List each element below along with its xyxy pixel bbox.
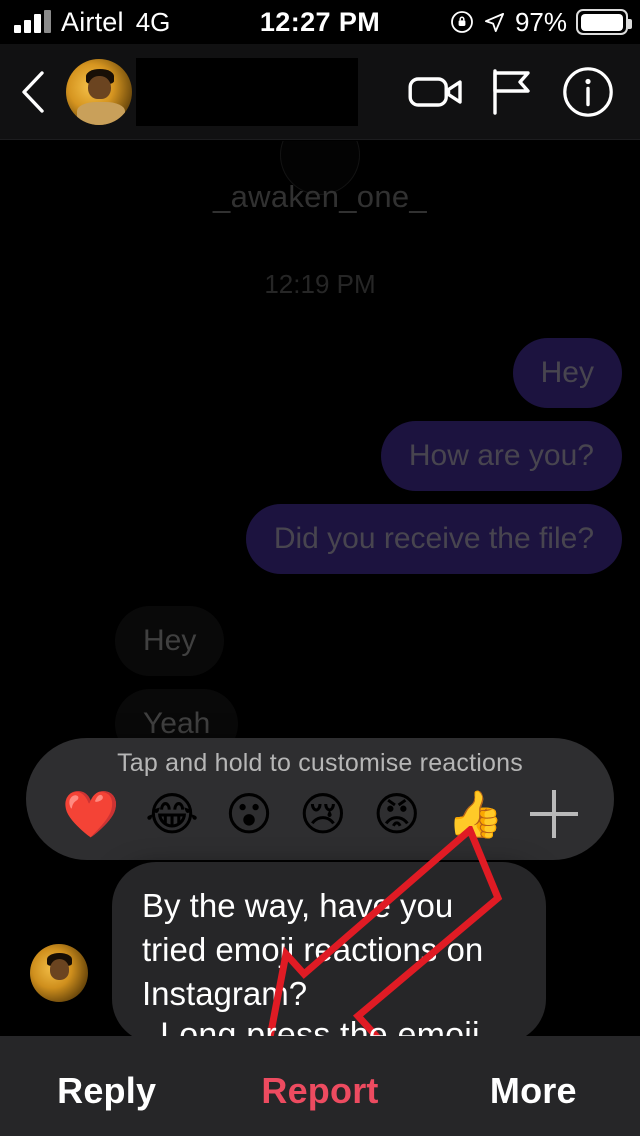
sender-avatar[interactable]: [30, 944, 88, 1002]
contact-name-redacted[interactable]: [136, 57, 358, 126]
back-chevron-icon: [22, 70, 44, 113]
message-bubble-outgoing[interactable]: Did you receive the file?: [245, 504, 622, 575]
avatar[interactable]: [66, 58, 132, 125]
back-button[interactable]: [0, 44, 66, 140]
orientation-lock-icon: [451, 11, 473, 33]
more-button[interactable]: More: [427, 1060, 640, 1112]
flag-icon[interactable]: [490, 68, 536, 116]
battery-percent-label: 97%: [514, 6, 567, 37]
reaction-picker[interactable]: Tap and hold to customise reactions ❤️ 😂…: [26, 738, 614, 860]
thread-timestamp: 12:19 PM: [264, 269, 376, 299]
reaction-picker-hint: Tap and hold to customise reactions: [117, 749, 523, 777]
reply-button[interactable]: Reply: [0, 1060, 213, 1112]
info-circle-icon[interactable]: [562, 66, 614, 118]
chat-header: [0, 44, 640, 140]
battery-icon: [576, 9, 632, 35]
surprised-reaction-icon[interactable]: 😮: [225, 791, 273, 837]
report-button[interactable]: Report: [213, 1060, 426, 1112]
video-camera-icon[interactable]: [408, 72, 464, 112]
instagram-dm-screen: Airtel 4G 12:27 PM 97% _awaken_one_ 12:1…: [0, 0, 640, 1136]
angry-reaction-icon[interactable]: 😡: [373, 791, 421, 837]
thumbs-up-reaction-icon[interactable]: 👍: [447, 791, 504, 837]
laughing-reaction-icon[interactable]: 😂: [145, 791, 199, 837]
message-bubble-incoming[interactable]: Hey: [115, 606, 225, 677]
location-arrow-icon: [484, 12, 504, 32]
message-bubble-outgoing[interactable]: How are you?: [380, 421, 622, 492]
status-bar: Airtel 4G 12:27 PM 97%: [0, 0, 640, 44]
status-bar-right: 97%: [450, 0, 632, 44]
add-reaction-plus-icon[interactable]: [529, 790, 578, 838]
reaction-emoji-list: ❤️ 😂 😮 😢 😡 👍: [26, 790, 614, 838]
message-action-bar: Reply Report More: [0, 1036, 640, 1136]
heart-reaction-icon[interactable]: ❤️: [62, 791, 119, 837]
message-bubble-outgoing[interactable]: Hey: [512, 338, 622, 409]
crying-reaction-icon[interactable]: 😢: [299, 791, 347, 837]
thread-username[interactable]: _awaken_one_: [0, 179, 640, 215]
header-actions: [408, 66, 640, 118]
